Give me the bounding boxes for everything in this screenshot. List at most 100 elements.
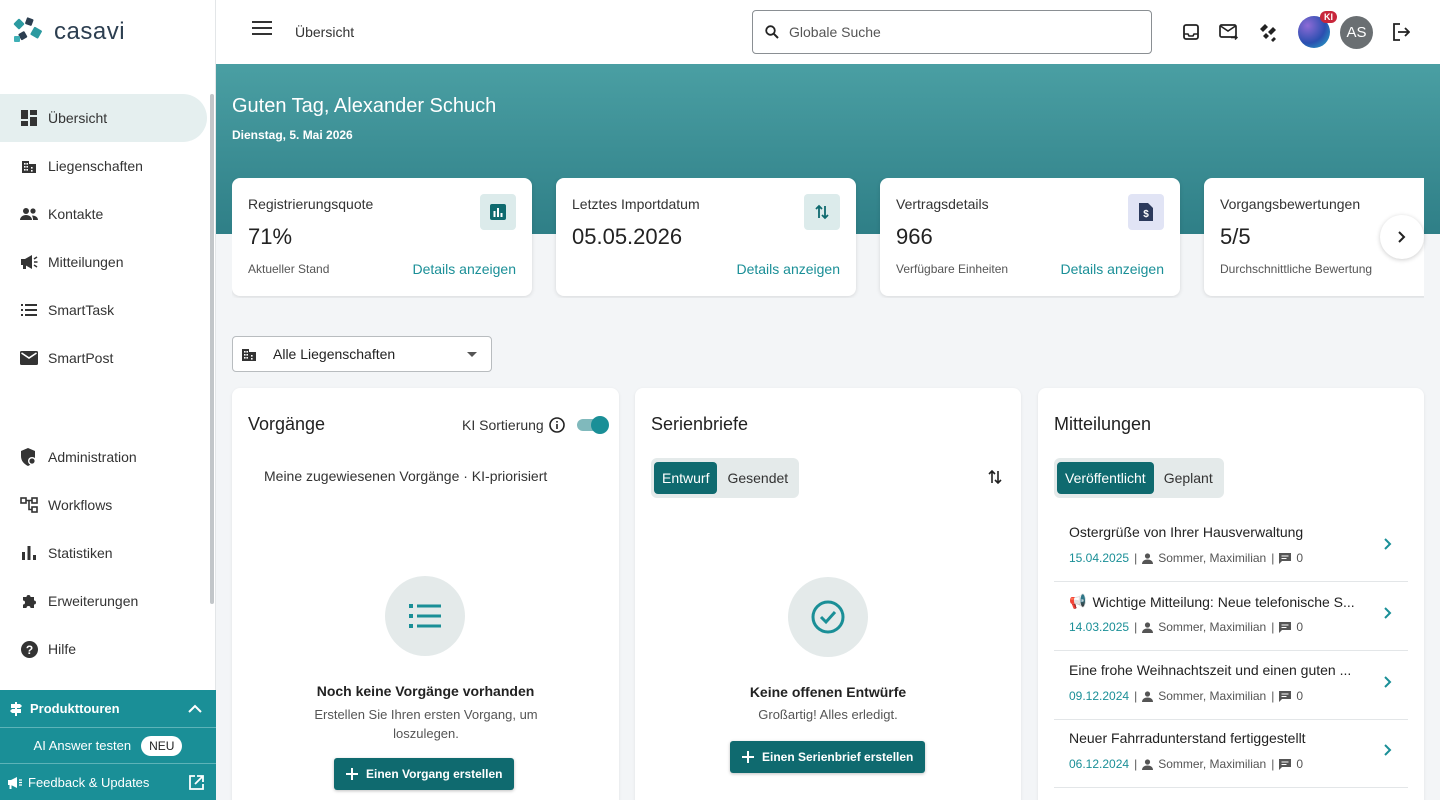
sidebar-item-label: Kontakte xyxy=(48,206,104,222)
ai-answer-button[interactable]: AI Answer testen NEU xyxy=(0,728,216,764)
list-item[interactable]: Ostergrüße von Ihrer Hausverwaltung 15.0… xyxy=(1054,513,1408,582)
new-badge: NEU xyxy=(141,735,183,756)
svg-text:$: $ xyxy=(1143,209,1149,220)
sidebar-item-label: Statistiken xyxy=(48,545,113,561)
sidebar-item-statistiken[interactable]: Statistiken xyxy=(0,529,207,577)
chevron-up-icon[interactable] xyxy=(188,704,202,713)
search-input[interactable] xyxy=(789,24,1129,40)
dollar-document-icon: $ xyxy=(1128,194,1164,230)
inbox-icon[interactable] xyxy=(1183,24,1199,40)
message-author: Sommer, Maximilian xyxy=(1158,757,1267,771)
swap-vertical-icon xyxy=(804,194,840,230)
produkttouren-toggle[interactable]: Produkttouren xyxy=(0,690,216,728)
message-meta: 09.12.2024 | Sommer, Maximilian | 0 xyxy=(1069,689,1303,703)
avatar[interactable]: AS xyxy=(1340,16,1373,49)
sidebar-item-label: Liegenschaften xyxy=(48,158,143,174)
promo-panel: Produkttouren AI Answer testen NEU Feedb… xyxy=(0,690,216,800)
meta-separator: | xyxy=(1271,620,1275,634)
message-author: Sommer, Maximilian xyxy=(1158,551,1267,565)
message-title-text: Neuer Fahrradunterstand fertiggestellt xyxy=(1069,730,1306,746)
workflow-logo-icon[interactable] xyxy=(1256,20,1280,44)
message-title: Neuer Fahrradunterstand fertiggestellt xyxy=(1069,730,1306,746)
message-title: 📢 Wichtige Mitteilung: Neue telefonische … xyxy=(1069,593,1354,610)
info-icon[interactable] xyxy=(549,417,565,433)
dashboard-icon xyxy=(20,109,38,127)
vorgaenge-card: Vorgänge KI Sortierung Meine zugewiesene… xyxy=(232,388,619,800)
megaphone-icon xyxy=(20,253,38,271)
stat-title: Vorgangsbewertungen xyxy=(1220,196,1361,212)
serienbriefe-tabs: Entwurf Gesendet xyxy=(651,458,800,498)
sidebar-item-label: Erweiterungen xyxy=(48,593,139,609)
sidebar-item-label: Mitteilungen xyxy=(48,254,124,270)
global-search[interactable] xyxy=(752,10,1152,54)
stat-value: 5/5 xyxy=(1220,224,1251,249)
card-title: Serienbriefe xyxy=(651,414,749,434)
feedback-updates-link[interactable]: Feedback & Updates xyxy=(0,764,216,800)
chevron-right-icon xyxy=(1398,231,1406,243)
help-icon: ? xyxy=(20,640,38,658)
meta-separator: | xyxy=(1271,757,1275,771)
meta-separator: | xyxy=(1271,551,1275,565)
menu-icon[interactable] xyxy=(252,21,272,35)
details-link[interactable]: Details anzeigen xyxy=(1060,261,1164,277)
tab-entwurf[interactable]: Entwurf xyxy=(654,462,718,494)
create-serienbrief-button[interactable]: Einen Serienbrief erstellen xyxy=(730,741,926,773)
people-icon xyxy=(20,205,38,223)
message-title-text: Wichtige Mitteilung: Neue telefonische S… xyxy=(1092,593,1354,610)
serienbriefe-card: Serienbriefe Entwurf Gesendet Keine offe… xyxy=(635,388,1021,800)
ki-assistant-button[interactable]: KI xyxy=(1298,11,1337,48)
casavi-logo[interactable]: casavi xyxy=(12,16,125,48)
list-item[interactable]: Eine frohe Weihnachtszeit und einen gute… xyxy=(1054,651,1408,720)
chevron-right-icon xyxy=(1384,744,1392,756)
sidebar-item-administration[interactable]: Administration xyxy=(0,433,207,481)
sidebar-item-mitteilungen[interactable]: Mitteilungen xyxy=(0,238,207,286)
list-item[interactable]: 📢 Wichtige Mitteilung: Neue telefonische … xyxy=(1054,582,1408,651)
details-link[interactable]: Details anzeigen xyxy=(736,261,840,277)
sidebar-item-erweiterungen[interactable]: Erweiterungen xyxy=(0,577,207,625)
sidebar-item-smarttask[interactable]: SmartTask xyxy=(0,286,207,334)
sidebar-item-kontakte[interactable]: Kontakte xyxy=(0,190,207,238)
sidebar-item-label: SmartPost xyxy=(48,350,114,366)
produkttouren-label: Produkttouren xyxy=(30,701,120,716)
external-link-icon xyxy=(189,774,204,790)
caret-down-icon xyxy=(467,352,477,357)
sidebar-scrollbar[interactable] xyxy=(210,94,214,604)
stat-card-importdatum: Letztes Importdatum 05.05.2026 Details a… xyxy=(556,178,856,296)
mail-forward-icon[interactable] xyxy=(1219,24,1238,40)
sidebar-item-liegenschaften[interactable]: Liegenschaften xyxy=(0,142,207,190)
tab-geplant[interactable]: Geplant xyxy=(1156,462,1221,494)
logout-icon[interactable] xyxy=(1392,23,1410,41)
comment-icon xyxy=(1279,690,1292,702)
message-title: Ostergrüße von Ihrer Hausverwaltung xyxy=(1069,524,1303,540)
chart-icon xyxy=(480,194,516,230)
megaphone-icon: 📢 xyxy=(1069,593,1087,609)
tab-gesendet[interactable]: Gesendet xyxy=(719,462,796,494)
breadcrumb[interactable]: Übersicht xyxy=(295,24,354,40)
create-vorgang-button[interactable]: Einen Vorgang erstellen xyxy=(334,758,515,790)
details-link[interactable]: Details anzeigen xyxy=(412,261,516,277)
tab-veroeffentlicht[interactable]: Veröffentlicht xyxy=(1057,462,1154,494)
ki-sortierung-toggle[interactable] xyxy=(577,416,609,434)
message-author: Sommer, Maximilian xyxy=(1158,620,1267,634)
message-date: 09.12.2024 xyxy=(1069,689,1130,703)
meta-separator: | xyxy=(1134,757,1138,771)
list-item[interactable]: Neuer Fahrradunterstand fertiggestellt 0… xyxy=(1054,719,1408,788)
signpost-icon xyxy=(10,701,22,716)
current-date: Dienstag, 5. Mai 2026 xyxy=(232,128,353,142)
meta-separator: | xyxy=(1134,689,1138,703)
stat-value: 71% xyxy=(248,224,293,249)
carousel-next-button[interactable] xyxy=(1380,215,1424,259)
empty-state-title: Noch keine Vorgänge vorhanden xyxy=(316,683,535,699)
stat-value: 05.05.2026 xyxy=(572,224,683,249)
sidebar-item-uebersicht[interactable]: Übersicht xyxy=(0,94,207,142)
sidebar-item-hilfe[interactable]: ? Hilfe xyxy=(0,625,207,673)
sidebar-item-smartpost[interactable]: SmartPost xyxy=(0,334,207,382)
liegenschaften-select[interactable]: Alle Liegenschaften xyxy=(232,336,492,372)
card-title: Vorgänge xyxy=(248,414,326,434)
button-label: Einen Vorgang erstellen xyxy=(366,767,503,781)
sort-icon[interactable] xyxy=(988,469,1002,485)
meta-separator: | xyxy=(1271,689,1275,703)
empty-state-title: Keine offenen Entwürfe xyxy=(749,684,907,700)
sidebar-item-workflows[interactable]: Workflows xyxy=(0,481,207,529)
message-title-text: Ostergrüße von Ihrer Hausverwaltung xyxy=(1069,524,1304,540)
